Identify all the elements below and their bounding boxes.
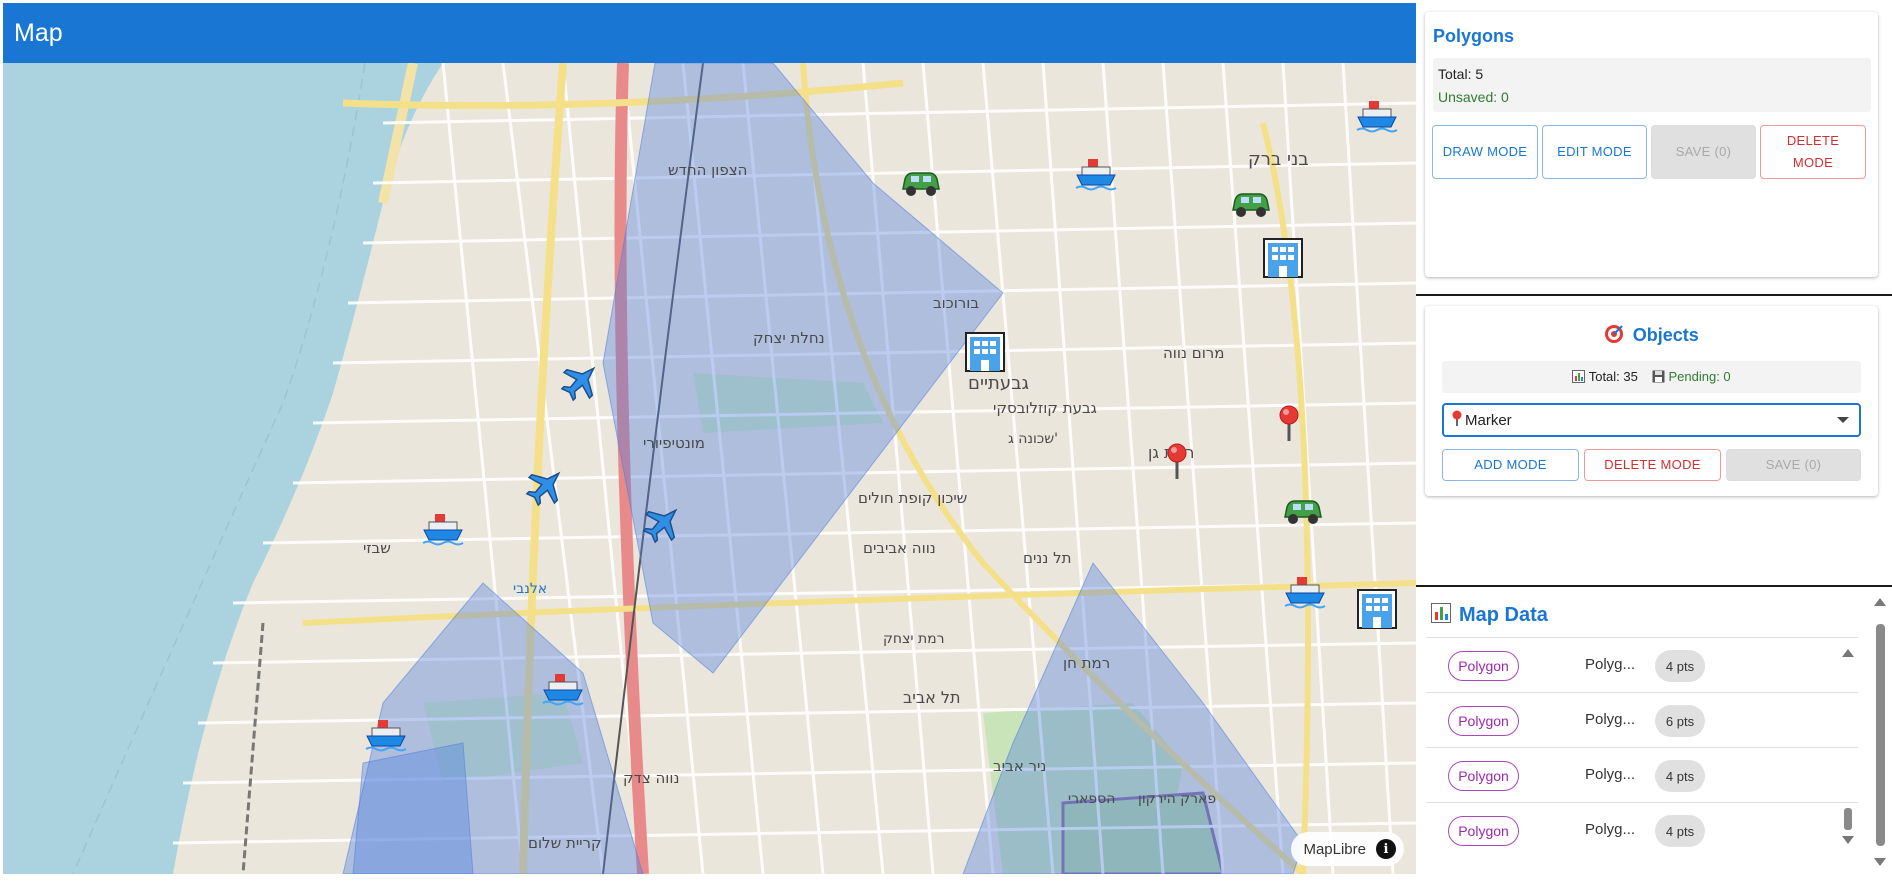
objects-total: Total: 35	[1588, 368, 1638, 384]
save-disk-icon	[1652, 370, 1665, 386]
objects-total-group: Total: 35	[1572, 369, 1638, 386]
row-type-chip[interactable]: Polygon	[1448, 706, 1519, 736]
table-row[interactable]: Polygon Polyg... 4 pts	[1426, 802, 1858, 857]
place-label: קריית שלום	[528, 834, 602, 852]
objects-pending: Pending: 0	[1668, 368, 1731, 384]
row-name: Polyg...	[1585, 821, 1636, 838]
polygons-title: Polygons	[1433, 26, 1515, 46]
info-icon[interactable]: i	[1376, 839, 1396, 859]
row-name: Polyg...	[1585, 656, 1636, 673]
delete-mode-button[interactable]: DELETE MODE	[1760, 125, 1866, 179]
place-label: מונטיפיורי	[643, 434, 705, 452]
panel-divider	[1416, 585, 1892, 587]
row-points-chip: 4 pts	[1655, 760, 1705, 792]
place-label: רמת חן	[1063, 654, 1110, 672]
bar-chart-icon	[1572, 369, 1586, 386]
row-points-chip: 6 pts	[1655, 705, 1705, 737]
map-attribution[interactable]: MapLibre i	[1291, 832, 1404, 866]
place-label: שכונה ג'	[1008, 431, 1058, 447]
edit-mode-button[interactable]: EDIT MODE	[1542, 125, 1647, 179]
polygons-panel: Polygons Total: 5 Unsaved: 0 DRAW MODE E…	[1425, 12, 1878, 277]
panel-divider	[1416, 294, 1892, 296]
object-delete-mode-button[interactable]: DELETE MODE	[1584, 449, 1721, 481]
place-label: גבעת קוזלובסקי	[993, 399, 1097, 417]
place-label: בני ברק	[1248, 149, 1309, 170]
objects-panel: Objects Total: 35 Pending: 0 Marker ADD …	[1425, 306, 1878, 496]
save-objects-button[interactable]: SAVE (0)	[1726, 449, 1861, 481]
map-canvas[interactable]: בני ברק גבעתיים רמת גן תל אביב הצפון החד…	[3, 63, 1416, 874]
polygon-shape[interactable]	[352, 742, 474, 874]
row-name: Polyg...	[1585, 711, 1636, 728]
place-label: הצפון החדש	[668, 161, 747, 179]
map-title: Map	[14, 19, 63, 47]
pin-icon	[1452, 410, 1462, 430]
place-label: שיכון קופת חולים	[858, 489, 967, 507]
bar-chart-icon	[1431, 603, 1451, 628]
place-label: גבעתיים	[968, 373, 1029, 394]
table-row[interactable]: Polygon Polyg... 4 pts	[1426, 637, 1858, 692]
table-row[interactable]: Polygon Polyg... 6 pts	[1426, 692, 1858, 747]
objects-stats: Total: 35 Pending: 0	[1442, 361, 1861, 393]
scroll-down-icon[interactable]	[1842, 836, 1854, 844]
polygons-unsaved: Unsaved: 0	[1438, 89, 1509, 105]
polygons-stats: Total: 5 Unsaved: 0	[1433, 58, 1871, 112]
scroll-up-icon[interactable]	[1874, 598, 1886, 606]
chevron-down-icon	[1837, 417, 1849, 423]
map-header: Map	[3, 3, 1416, 63]
map-pane[interactable]: Map בני ברק גבעתיים גן תל אביב הצפון החד…	[3, 3, 1416, 874]
place-label: נווה אביבים	[863, 539, 936, 557]
map-data-header: Map Data	[1431, 603, 1548, 628]
row-name: Polyg...	[1585, 766, 1636, 783]
object-type-select[interactable]: Marker	[1442, 403, 1861, 437]
map-data-title: Map Data	[1459, 604, 1548, 626]
row-type-chip[interactable]: Polygon	[1448, 651, 1519, 681]
objects-pending-group: Pending: 0	[1652, 369, 1731, 386]
list-scroll-thumb[interactable]	[1844, 808, 1852, 830]
row-type-chip[interactable]: Polygon	[1448, 761, 1519, 791]
place-label: נחלת יצחק	[753, 329, 825, 347]
add-mode-button[interactable]: ADD MODE	[1442, 449, 1579, 481]
polygons-total: Total: 5	[1438, 66, 1484, 82]
row-points-chip: 4 pts	[1655, 650, 1705, 682]
scroll-up-icon[interactable]	[1842, 649, 1854, 657]
place-label: פארק הירקון	[1138, 791, 1216, 807]
draw-mode-button[interactable]: DRAW MODE	[1432, 125, 1538, 179]
object-type-value: Marker	[1465, 411, 1512, 429]
objects-title: Objects	[1632, 325, 1699, 345]
row-points-chip: 4 pts	[1655, 815, 1705, 847]
place-label: הספארי	[1068, 791, 1115, 807]
place-label: תל אביב	[903, 688, 960, 707]
building-icon[interactable]	[1357, 589, 1397, 629]
building-icon[interactable]	[965, 332, 1005, 372]
place-label: מרום נווה	[1163, 344, 1224, 362]
place-label: שבזי	[363, 539, 391, 557]
table-row[interactable]: Polygon Polyg... 4 pts	[1426, 747, 1858, 802]
objects-header: Objects	[1425, 324, 1878, 349]
place-label: רמת יצחק	[883, 631, 945, 647]
map-data-panel: Map Data Polygon Polyg... 4 pts Polygon …	[1416, 588, 1892, 887]
place-label: נווה צדק	[623, 769, 679, 787]
place-label: ניר אביב	[993, 757, 1046, 775]
target-icon	[1604, 324, 1624, 349]
row-type-chip[interactable]: Polygon	[1448, 816, 1519, 846]
place-label: בורוכוב	[933, 294, 979, 312]
panel-scroll-thumb[interactable]	[1876, 624, 1885, 846]
save-polygons-button[interactable]: SAVE (0)	[1651, 125, 1756, 179]
place-label: אלנבי	[513, 581, 547, 597]
scroll-down-icon[interactable]	[1874, 858, 1886, 866]
attribution-text: MapLibre	[1303, 840, 1366, 858]
place-label: תל ננים	[1023, 549, 1071, 567]
building-icon[interactable]	[1263, 238, 1303, 278]
